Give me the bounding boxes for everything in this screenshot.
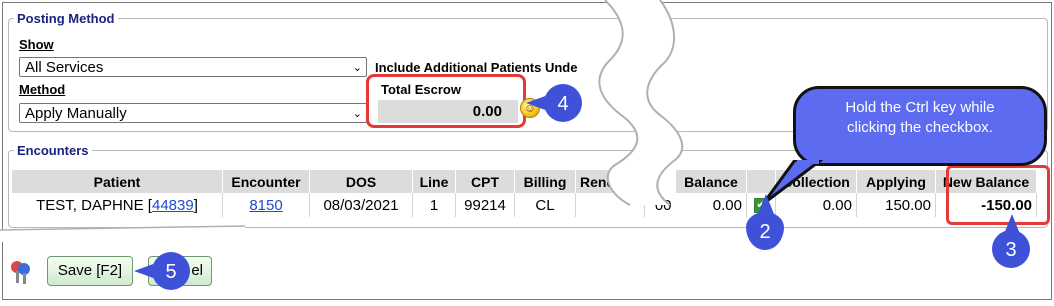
table-row: TEST, DAPHNE [44839] 8150 08/03/2021 1 9… <box>12 193 1037 217</box>
method-select[interactable]: Apply Manually ⌄ <box>19 103 367 123</box>
total-escrow-value: 0.00 <box>472 103 502 120</box>
new-balance-highlight <box>946 165 1050 225</box>
save-button[interactable]: Save [F2] <box>47 256 133 286</box>
cell-encounter: 8150 <box>222 193 310 217</box>
marker-5: 5 <box>152 252 190 290</box>
include-additional-patients-label: Include Additional Patients Unde <box>375 60 578 75</box>
col-encounter: Encounter <box>222 170 310 193</box>
cell-billing: CL <box>514 193 576 217</box>
ctrl-key-callout: Hold the Ctrl key while clicking the che… <box>793 86 1047 166</box>
marker-2-tip <box>758 194 774 214</box>
cell-cpt: 99214 <box>455 193 515 217</box>
total-escrow-label: Total Escrow <box>381 82 461 97</box>
cell-dos: 08/03/2021 <box>309 193 413 217</box>
marker-3-tip <box>1004 214 1020 234</box>
method-select-value: Apply Manually <box>25 105 127 122</box>
torn-edge-overlay <box>598 0 684 206</box>
show-label: Show <box>19 37 54 52</box>
marker-5-tip <box>134 263 156 279</box>
col-dos: DOS <box>309 170 413 193</box>
table-header-row: Patient Encounter DOS Line CPT Billing R… <box>12 170 1037 193</box>
chevron-down-icon: ⌄ <box>352 62 362 74</box>
chevron-down-icon: ⌄ <box>352 108 362 120</box>
col-billing: Billing <box>514 170 576 193</box>
marker-4: 4 <box>544 84 582 122</box>
col-cpt: CPT <box>455 170 515 193</box>
method-label: Method <box>19 82 65 97</box>
col-line: Line <box>412 170 456 193</box>
cell-patient: TEST, DAPHNE [44839] <box>12 193 223 217</box>
encounters-table: Patient Encounter DOS Line CPT Billing R… <box>12 170 1037 217</box>
cell-line: 1 <box>412 193 456 217</box>
patient-id-link[interactable]: 44839 <box>152 197 194 214</box>
marker-4-tip <box>526 95 548 111</box>
keys-icon <box>9 258 33 286</box>
show-select-value: All Services <box>25 59 104 76</box>
patient-bracket: ] <box>193 196 198 214</box>
encounter-link[interactable]: 8150 <box>249 197 282 214</box>
show-label-text: Show <box>19 37 54 52</box>
encounters-legend: Encounters <box>14 143 92 158</box>
patient-name: TEST, DAPHNE [ <box>36 196 152 214</box>
total-escrow-field: 0.00 ☺ <box>378 98 540 123</box>
col-applying: Applying <box>856 170 936 193</box>
show-select[interactable]: All Services ⌄ <box>19 57 367 77</box>
method-label-text: Method <box>19 82 66 97</box>
posting-method-legend: Posting Method <box>14 11 118 26</box>
col-patient: Patient <box>12 170 223 193</box>
total-escrow-highlight: Total Escrow 0.00 ☺ <box>366 74 540 128</box>
cell-applying: 150.00 <box>856 193 936 217</box>
torn-bottom-overlay <box>0 225 248 242</box>
callout-text: Hold the Ctrl key while clicking the che… <box>845 99 995 136</box>
